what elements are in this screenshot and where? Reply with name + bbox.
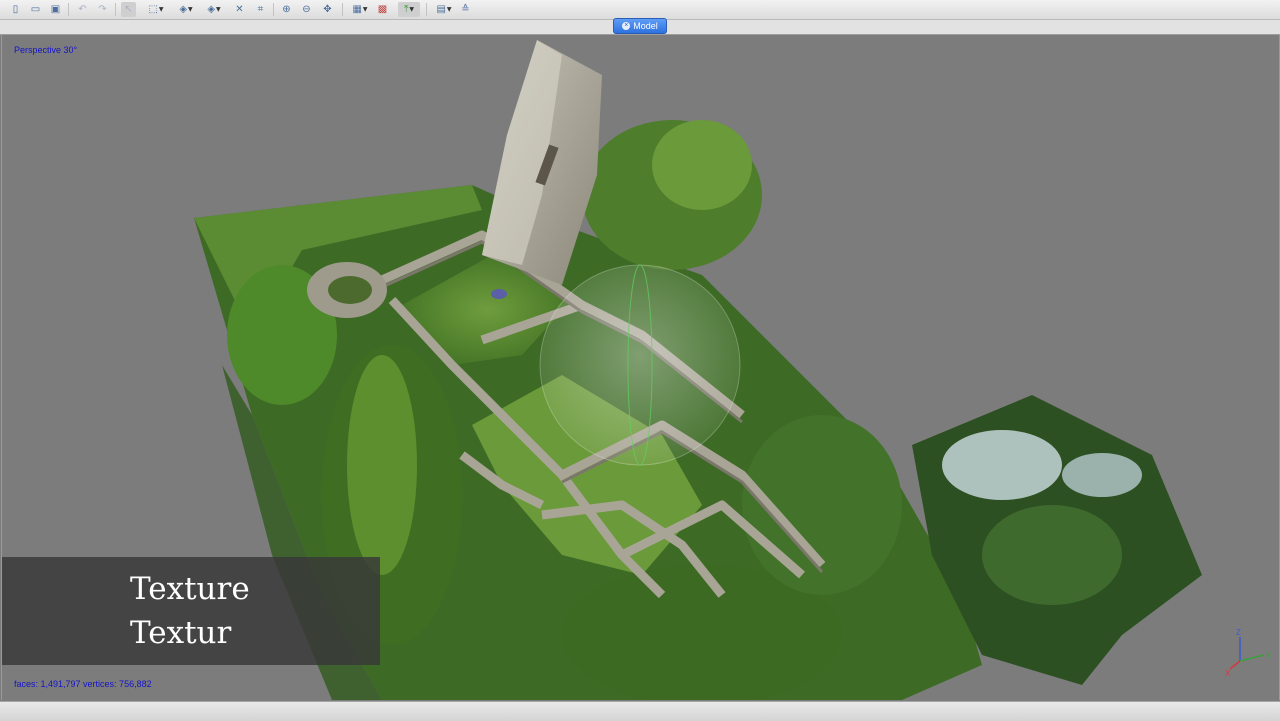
caption-line-2: Textur (130, 615, 232, 651)
new-file-icon[interactable]: ▯ (8, 2, 23, 17)
show-layers-icon[interactable]: ≙ (458, 2, 473, 17)
toolbar-separator (426, 3, 427, 16)
tab-model[interactable]: × Model (613, 18, 667, 34)
delete-icon[interactable]: ✕ (232, 2, 247, 17)
view-mode-label: Perspective 30° (14, 45, 78, 55)
grid-view-icon[interactable]: ▦ ▼ (350, 2, 370, 17)
navigate-icon[interactable]: ✥ (320, 2, 335, 17)
select-cursor-icon[interactable]: ↖ (121, 2, 136, 17)
y-axis-label: Y (1266, 651, 1272, 660)
status-bar (0, 701, 1280, 721)
toolbar-separator (273, 3, 274, 16)
redo-icon[interactable]: ↷ (95, 2, 110, 17)
toolbar-separator (115, 3, 116, 16)
rectangle-select-icon[interactable]: ⬚ ▼ (146, 2, 166, 17)
caption-line-1: Texture (130, 571, 250, 607)
add-point-icon[interactable]: ◈ ▼ (176, 2, 196, 17)
crop-icon[interactable]: ⌗ (253, 2, 268, 17)
zoom-in-icon[interactable]: ⊕ (279, 2, 294, 17)
y-axis-line (1239, 654, 1265, 662)
reset-view-icon[interactable]: ⤒ ▼ (398, 2, 420, 17)
toolbar-separator (68, 3, 69, 16)
show-cameras-icon[interactable]: ▤ ▼ (434, 2, 454, 17)
x-axis-label: X (1225, 669, 1231, 677)
save-icon[interactable]: ▣ (48, 2, 63, 17)
z-axis-label: Z (1236, 628, 1241, 637)
axis-gizmo: Z Y X (1225, 628, 1272, 677)
move-point-icon[interactable]: ◈ ▼ (204, 2, 224, 17)
tab-model-label: Model (633, 21, 658, 31)
mosaic-icon[interactable]: ▩ (375, 2, 390, 17)
undo-icon[interactable]: ↶ (75, 2, 90, 17)
caption-overlay: Texture Textur (2, 557, 380, 665)
close-tab-icon[interactable]: × (622, 22, 631, 30)
toolbar-separator (342, 3, 343, 16)
mesh-stats-label: faces: 1,491,797 vertices: 756,882 (14, 679, 152, 689)
zoom-out-icon[interactable]: ⊖ (299, 2, 314, 17)
x-axis-line (1229, 660, 1241, 670)
main-toolbar: ▯ ▭ ▣ ↶ ↷ ↖ ⬚ ▼ ◈ ▼ ◈ ▼ ✕ ⌗ ⊕ ⊖ ✥ ▦ ▼ ▩ ⤒ ▼ ▤… (0, 0, 1280, 20)
open-folder-icon[interactable]: ▭ (28, 2, 43, 17)
